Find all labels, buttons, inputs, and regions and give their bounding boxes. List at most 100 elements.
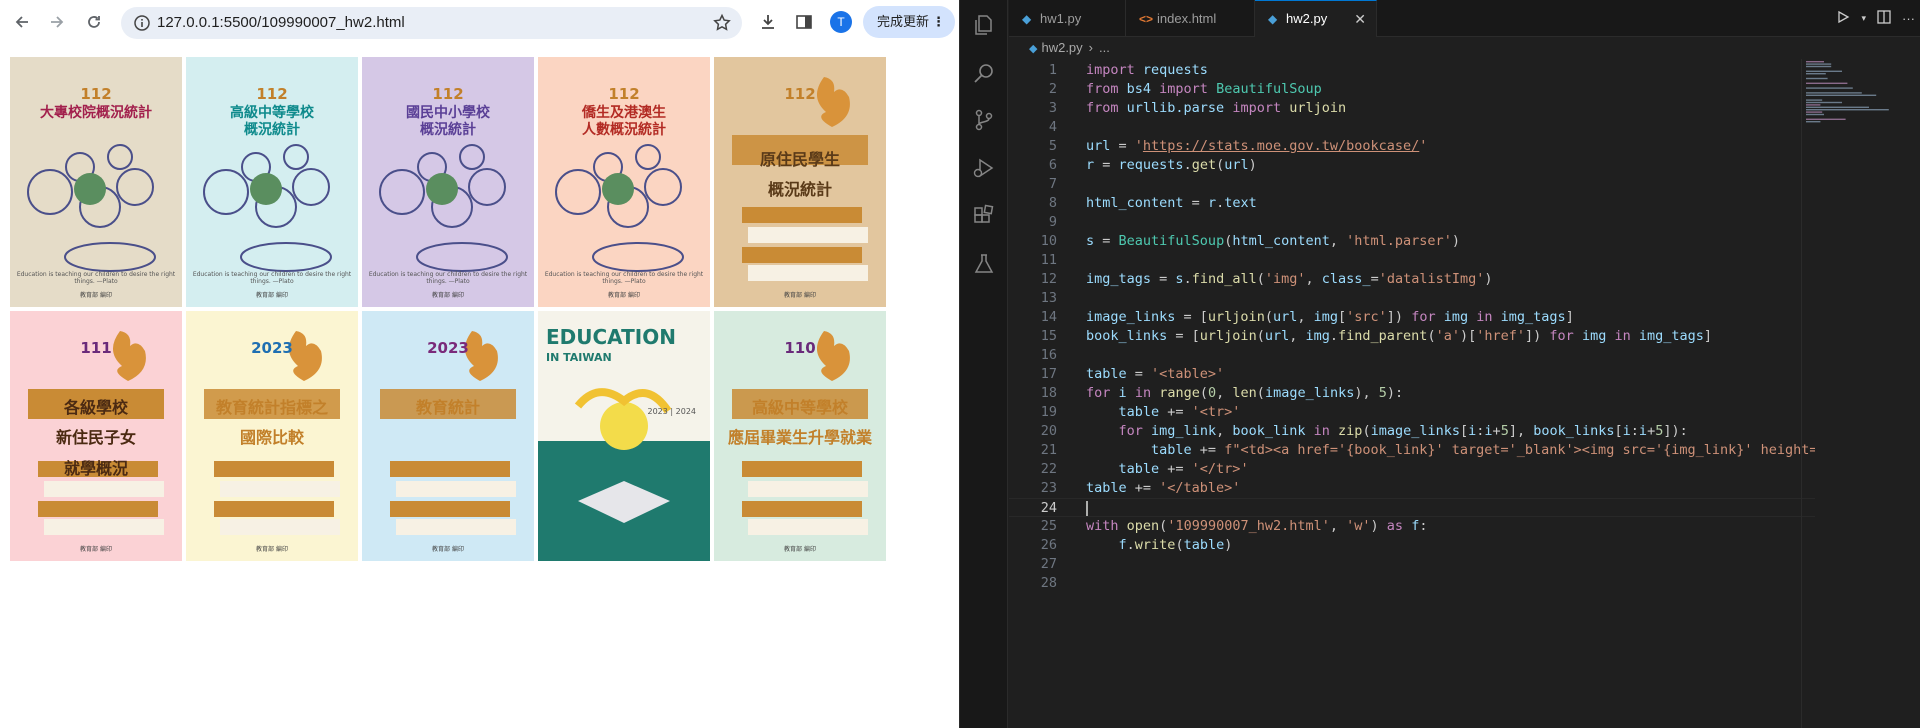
line-number: 16 — [1040, 347, 1057, 363]
minimap[interactable] — [1800, 59, 1900, 179]
sidebar-icon[interactable] — [792, 10, 816, 34]
line-number: 15 — [1040, 328, 1057, 344]
minimap-line — [1806, 101, 1842, 104]
code-line[interactable]: 20 for img_link, book_link in zip(image_… — [1009, 422, 1815, 441]
address-bar[interactable]: 127.0.0.1:5500/109990007_hw2.html — [121, 7, 742, 39]
info-icon[interactable] — [133, 14, 151, 32]
book-cover-link[interactable]: EDUCATION IN TAIWAN 2023 | 2024 — [538, 311, 710, 561]
code-line[interactable]: 11 — [1009, 251, 1815, 270]
book-year: 112 — [256, 85, 288, 103]
code-line[interactable]: 15 book_links = [urljoin(url, img.find_pa… — [1009, 327, 1815, 346]
update-button[interactable]: 完成更新 ⋮ — [863, 6, 955, 38]
search-icon[interactable] — [972, 61, 996, 85]
code-line[interactable]: 7 — [1009, 175, 1815, 194]
book-year: 112 — [784, 85, 816, 103]
tab-hw1-py[interactable]: ◆ hw1.py — [1009, 0, 1126, 37]
book-cover-link[interactable]: 112 大專校院概況統計 Education is teaching our chi… — [10, 57, 182, 307]
book-year: 111 — [80, 339, 112, 357]
book-cover-link[interactable]: 2023 教育統計 教育部 編印 — [362, 311, 534, 561]
code-line[interactable]: 1 import requests — [1009, 61, 1815, 80]
code-line[interactable]: 22 table += '</tr>' — [1009, 460, 1815, 479]
code-line[interactable]: 21 table += f"<td><a href='{book_link}' … — [1009, 441, 1815, 460]
code-text: table += '</table>' — [1086, 480, 1241, 496]
forward-arrow-icon[interactable] — [45, 10, 69, 34]
book-cover-link[interactable]: 112 國民中小學校 概況統計 Education is teaching our … — [362, 57, 534, 307]
code-line[interactable]: 13 — [1009, 289, 1815, 308]
minimap-line — [1806, 118, 1846, 120]
book-year: EDUCATION — [546, 325, 676, 349]
code-line[interactable]: 12 img_tags = s.find_all('img', class_='d… — [1009, 270, 1815, 289]
browser-toolbar: 127.0.0.1:5500/109990007_hw2.html T 完成更新… — [0, 0, 959, 45]
download-icon[interactable] — [756, 10, 780, 34]
line-number: 7 — [1048, 176, 1057, 192]
code-line[interactable]: 6 r = requests.get(url) — [1009, 156, 1815, 175]
breadcrumb[interactable]: ◆ hw2.py ›... — [1009, 37, 1920, 59]
book-title: 教育統計指標之 國際比較 — [215, 398, 328, 448]
book-title: 國民中小學校 概況統計 — [406, 105, 490, 138]
code-line[interactable]: 16 — [1009, 346, 1815, 365]
tab-index-html[interactable]: <> index.html — [1126, 0, 1255, 37]
line-number: 10 — [1040, 233, 1057, 249]
kebab-menu-icon: ⋮ — [932, 14, 945, 29]
code-line[interactable]: 23 table += '</table>' — [1009, 479, 1815, 498]
line-number: 3 — [1048, 100, 1057, 116]
code-editor[interactable]: 1 import requests 2 from bs4 import Beautif… — [1009, 59, 1815, 728]
minimap-line — [1806, 87, 1853, 89]
code-line[interactable]: 9 — [1009, 213, 1815, 232]
code-line[interactable]: 17 table = '<table>' — [1009, 365, 1815, 384]
book-title: 教育統計 — [415, 398, 480, 417]
more-actions-icon[interactable]: ··· — [1902, 11, 1915, 26]
book-publisher: 教育部 編印 — [608, 292, 640, 299]
extensions-icon[interactable] — [972, 204, 996, 228]
book-cover-link[interactable]: 111 各級學校 新住民子女 就學概況 教育部 編印 — [10, 311, 182, 561]
code-text: book_links = [urljoin(url, img.find_pare… — [1086, 328, 1713, 344]
code-text: import requests — [1086, 62, 1208, 78]
close-icon[interactable]: ✕ — [1354, 1, 1366, 37]
back-arrow-icon[interactable] — [10, 10, 34, 34]
code-line[interactable]: 19 table += '<tr>' — [1009, 403, 1815, 422]
code-line[interactable]: 26 f.write(table) — [1009, 536, 1815, 555]
explorer-icon[interactable] — [972, 13, 996, 37]
code-line[interactable]: 24 — [1009, 498, 1815, 517]
code-line[interactable]: 18 for i in range(0, len(image_links), 5)… — [1009, 384, 1815, 403]
python-file-icon: ◆ — [1022, 12, 1032, 26]
minimap-line — [1806, 73, 1826, 75]
line-number: 22 — [1040, 461, 1057, 477]
tab-label: hw1.py — [1040, 11, 1082, 26]
book-publisher: 教育部 編印 — [256, 546, 288, 553]
book-cover-link[interactable]: 112 高級中等學校 概況統計 Education is teaching our … — [186, 57, 358, 307]
line-number: 20 — [1040, 423, 1057, 439]
chevron-down-icon[interactable]: ▾ — [1861, 13, 1866, 24]
code-line[interactable]: 5 url = 'https://stats.moe.gov.tw/bookcas… — [1009, 137, 1815, 156]
run-debug-icon[interactable] — [972, 156, 996, 180]
book-cover-link[interactable]: 110 高級中等學校 應屆畢業生升學就業 教育部 編印 — [714, 311, 886, 561]
code-line[interactable]: 3 from urllib.parse import urljoin — [1009, 99, 1815, 118]
code-line[interactable]: 4 — [1009, 118, 1815, 137]
code-line[interactable]: 10 s = BeautifulSoup(html_content, 'html.… — [1009, 232, 1815, 251]
code-line[interactable]: 25 with open('109990007_hw2.html', 'w') a… — [1009, 517, 1815, 536]
code-line[interactable]: 14 image_links = [urljoin(url, img['src']… — [1009, 308, 1815, 327]
split-editor-icon[interactable] — [1876, 9, 1892, 28]
code-text: img_tags = s.find_all('img', class_='dat… — [1086, 271, 1493, 287]
editor-tab-bar: ◆ hw1.py <> index.html ◆ hw2.py ✕ ▾ ··· — [1009, 0, 1920, 37]
code-line[interactable]: 8 html_content = r.text — [1009, 194, 1815, 213]
minimap-line — [1806, 111, 1823, 113]
avatar[interactable]: T — [830, 11, 852, 33]
book-footer-text: 2023 | 2024 — [647, 407, 697, 416]
code-line[interactable]: 28 — [1009, 574, 1815, 593]
book-cover-link[interactable]: 112 原住民學生 概況統計 教育部 編印 — [714, 57, 886, 307]
testing-icon[interactable] — [972, 252, 996, 276]
breadcrumb-symbol[interactable]: ... — [1099, 40, 1110, 55]
breadcrumb-file[interactable]: hw2.py — [1041, 40, 1082, 55]
code-line[interactable]: 2 from bs4 import BeautifulSoup — [1009, 80, 1815, 99]
run-icon[interactable] — [1835, 9, 1851, 28]
tab-hw2-py[interactable]: ◆ hw2.py ✕ — [1255, 0, 1377, 37]
book-cover-link[interactable]: 2023 教育統計指標之 國際比較 教育部 編印 — [186, 311, 358, 561]
source-control-icon[interactable] — [972, 108, 996, 132]
code-text: f.write(table) — [1118, 537, 1233, 553]
code-line[interactable]: 27 — [1009, 555, 1815, 574]
activity-bar — [960, 0, 1008, 728]
reload-icon[interactable] — [82, 10, 106, 34]
star-icon[interactable] — [712, 13, 732, 33]
book-cover-link[interactable]: 112 僑生及港澳生 人數概況統計 Education is teaching ou… — [538, 57, 710, 307]
